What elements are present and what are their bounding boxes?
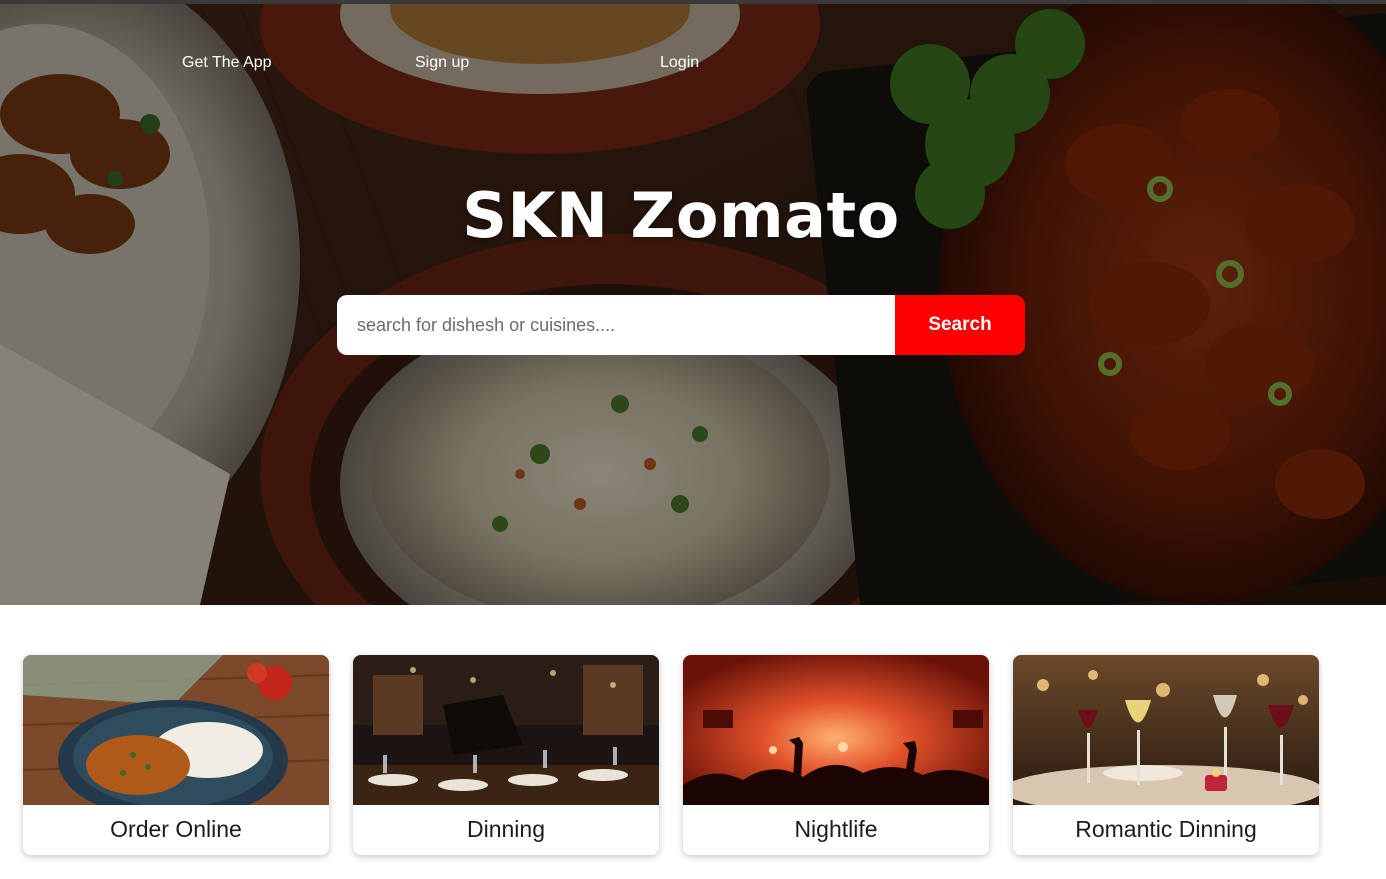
nav-signup-link[interactable]: Sign up <box>415 54 469 72</box>
order-online-image <box>23 655 329 805</box>
category-cards: Order Online Dinning Nightlife Romantic … <box>23 655 1323 855</box>
nav-login-link[interactable]: Login <box>660 54 699 72</box>
search-input[interactable] <box>337 295 895 355</box>
card-label: Dinning <box>467 816 545 842</box>
card-label: Order Online <box>110 816 242 842</box>
nightlife-image <box>683 655 989 805</box>
search-button[interactable]: Search <box>895 295 1025 355</box>
search-bar: Search <box>337 295 1025 355</box>
card-order-online[interactable]: Order Online <box>23 655 329 855</box>
top-nav: Get The App Sign up Login <box>0 54 1386 78</box>
romantic-dinning-image <box>1013 655 1319 805</box>
card-label: Romantic Dinning <box>1075 816 1257 842</box>
page-title: SKN Zomato <box>462 179 900 252</box>
card-label: Nightlife <box>794 816 878 842</box>
card-nightlife[interactable]: Nightlife <box>683 655 989 855</box>
hero-banner: Get The App Sign up Login SKN Zomato Sea… <box>0 4 1386 605</box>
card-dinning[interactable]: Dinning <box>353 655 659 855</box>
nav-get-the-app-link[interactable]: Get The App <box>182 54 272 72</box>
card-romantic-dinning[interactable]: Romantic Dinning <box>1013 655 1319 855</box>
dinning-image <box>353 655 659 805</box>
